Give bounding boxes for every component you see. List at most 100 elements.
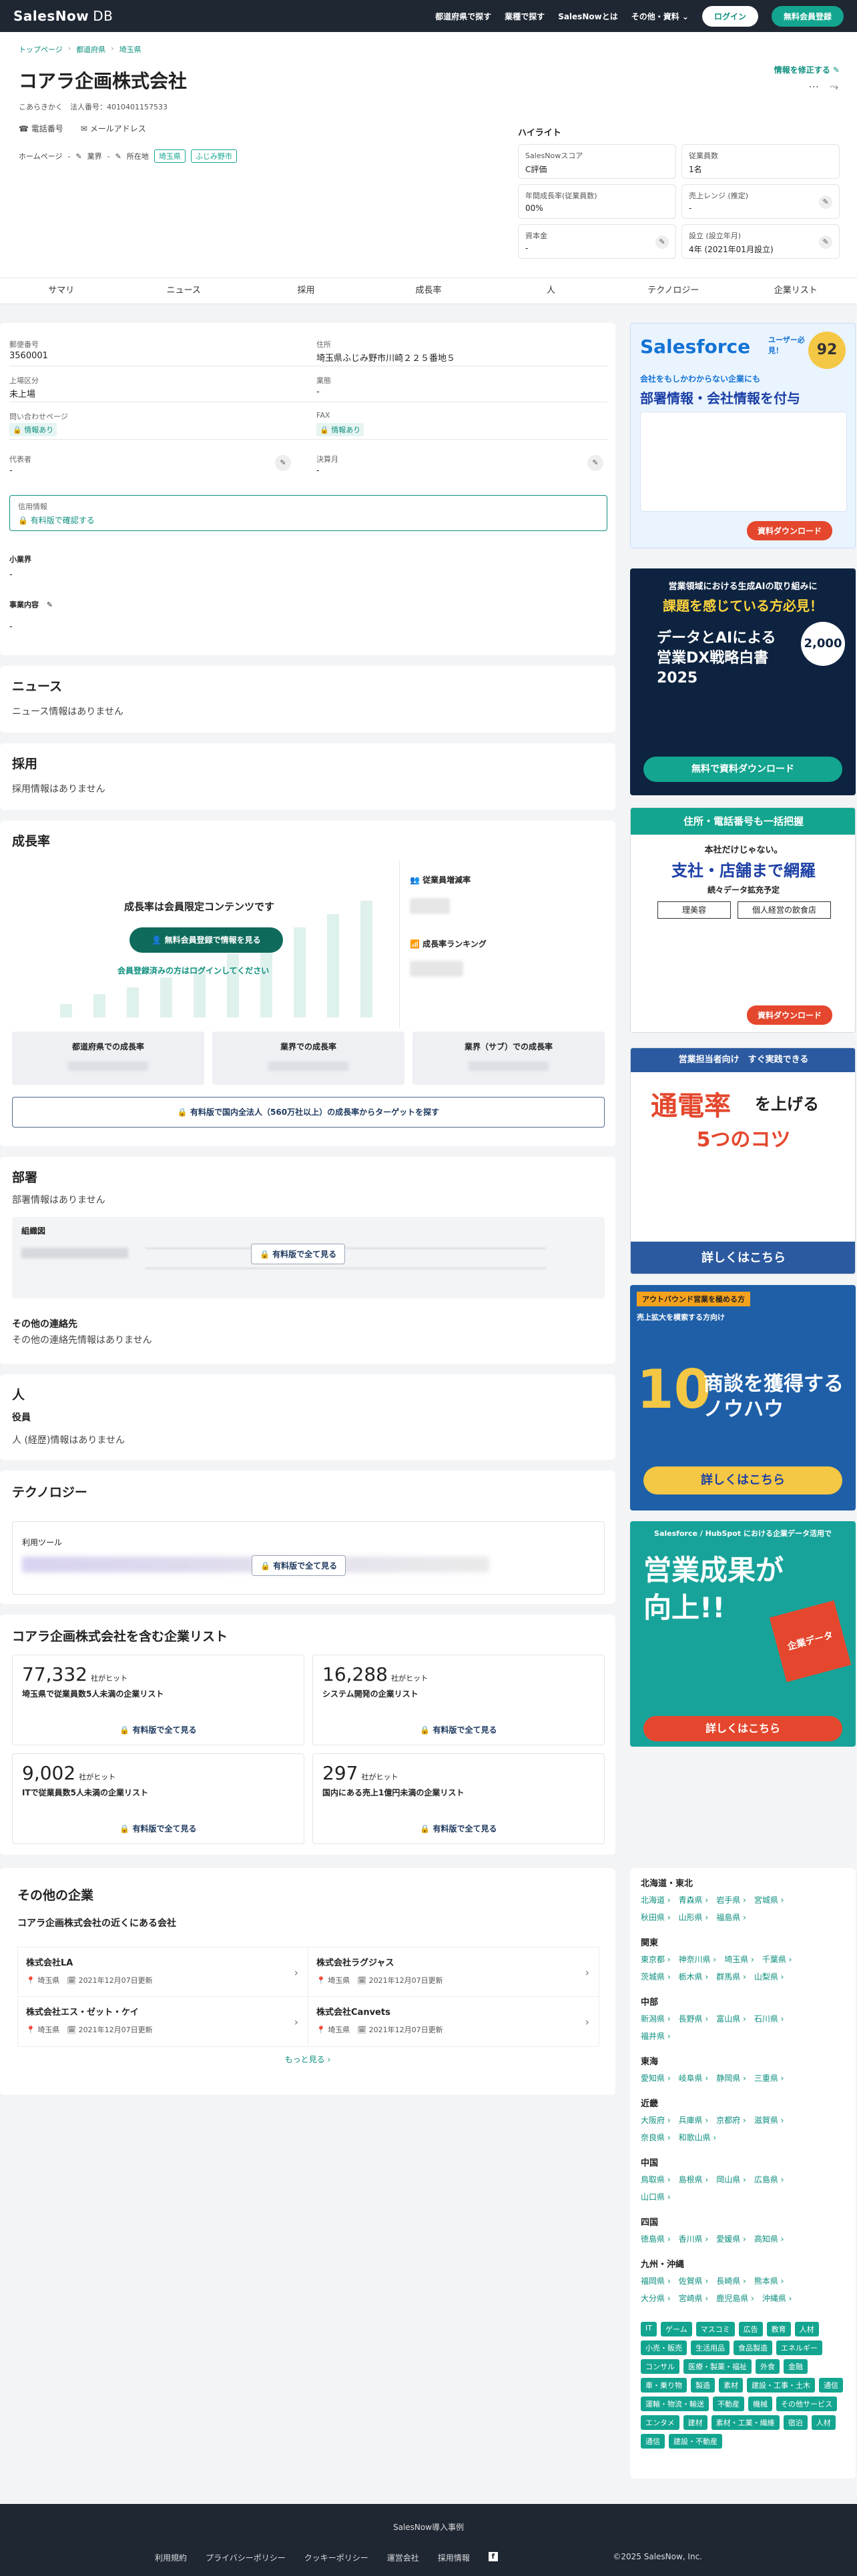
prefecture-links[interactable]: 東京都 › 神奈川県 › 埼玉県 › 千葉県 › <box>641 1951 845 1968</box>
list-item[interactable]: 16,288 社がヒット システム開発の企業リスト 🔒 有料版で全て見る <box>312 1655 605 1745</box>
industry-tag[interactable]: 人材 <box>811 2415 836 2430</box>
paid-org-button[interactable]: 🔒 有料版で全て見る <box>251 1244 346 1264</box>
prefecture-links[interactable]: 茨城県 › 栃木県 › 群馬県 › 山梨県 › <box>641 1968 845 1986</box>
industry-tag[interactable]: 運輸・物流・輸送 <box>641 2397 709 2411</box>
prefecture-links[interactable]: 大阪府 › 兵庫県 › 京都府 › 滋賀県 › <box>641 2112 845 2129</box>
ad-crm[interactable]: Salesforce / HubSpot における企業データ活用で 営業成果が … <box>630 1521 856 1747</box>
industry-tag[interactable]: 人材 <box>794 2322 819 2336</box>
share-icon[interactable]: ⤳ <box>830 80 838 93</box>
industry-tag[interactable]: 建材 <box>683 2415 707 2430</box>
nav-prefecture[interactable]: 都道府県で探す <box>435 11 491 22</box>
tab-recruit[interactable]: 採用 <box>245 278 367 304</box>
tab-technology[interactable]: テクノロジー <box>612 278 734 304</box>
company-item[interactable]: 株式会社ラグジャス 📍 埼玉県 🗓 2021年12月07日更新 › <box>308 1948 599 1997</box>
prefecture-links[interactable]: 福井県 › <box>641 2028 845 2045</box>
footer-link[interactable]: クッキーポリシー <box>304 2552 368 2563</box>
breadcrumb-saitama[interactable]: 埼玉県 <box>119 44 141 55</box>
list-item[interactable]: 297 社がヒット 国内にある売上1億円未満の企業リスト 🔒 有料版で全て見る <box>312 1753 605 1844</box>
tab-news[interactable]: ニュース <box>122 278 244 304</box>
industry-tag[interactable]: 広告 <box>738 2322 763 2336</box>
industry-tag[interactable]: その他サービス <box>776 2397 837 2411</box>
phone-item[interactable]: ☎ 電話番号 <box>19 123 63 134</box>
register-button[interactable]: 無料会員登録 <box>771 5 844 27</box>
tab-growth[interactable]: 成長率 <box>367 278 489 304</box>
login-link[interactable]: 会員登録済みの方はログインしてください <box>117 965 269 976</box>
list-item[interactable]: 9,002 社がヒット ITで従業員数5人未満の企業リスト 🔒 有料版で全て見る <box>12 1753 304 1844</box>
footer-link[interactable]: 運営会社 <box>387 2552 419 2563</box>
breadcrumb-prefecture[interactable]: 都道府県 <box>76 44 105 55</box>
industry-tag[interactable]: 建設・工事・土木 <box>747 2378 815 2393</box>
industry-tag[interactable]: 素材 <box>719 2378 743 2393</box>
industry-tag[interactable]: IT <box>641 2322 657 2336</box>
footer-link[interactable]: プライバシーポリシー <box>206 2552 286 2563</box>
industry-tag[interactable]: 金融 <box>784 2359 808 2374</box>
tab-summary[interactable]: サマリ <box>0 278 122 304</box>
industry-tag[interactable]: 教育 <box>766 2322 791 2336</box>
login-button[interactable]: ログイン <box>701 5 758 27</box>
pencil-icon[interactable]: ✎ <box>819 236 832 249</box>
free-register-button[interactable]: 👤 無料会員登録で情報を見る <box>129 927 283 953</box>
industry-tag[interactable]: 宿泊 <box>783 2415 808 2430</box>
company-item[interactable]: 株式会社LA 📍 埼玉県 🗓 2021年12月07日更新 › <box>18 1948 308 1997</box>
company-item[interactable]: 株式会社Canvets 📍 埼玉県 🗓 2021年12月07日更新 › <box>308 1997 599 2046</box>
prefecture-links[interactable]: 福岡県 › 佐賀県 › 長崎県 › 熊本県 › <box>641 2272 845 2290</box>
industry-tag[interactable]: 通信 <box>641 2434 665 2449</box>
paid-growth-button[interactable]: 🔒 有料版で国内全法人（560万社以上）の成長率からターゲットを探す <box>12 1097 605 1128</box>
pencil-icon[interactable]: ✎ <box>115 152 121 161</box>
credit-box[interactable]: 信用情報 🔒 有料版で確認する <box>9 495 607 531</box>
industry-tag[interactable]: 外食 <box>756 2359 780 2374</box>
pencil-icon[interactable]: ✎ <box>47 600 53 609</box>
footer-link[interactable]: 採用情報 <box>438 2552 470 2563</box>
pencil-icon[interactable]: ✎ <box>275 455 291 471</box>
paid-tech-button[interactable]: 🔒 有料版で全て見る <box>252 1555 346 1576</box>
industry-tag[interactable]: マスコミ <box>695 2322 735 2336</box>
ad-salesforce[interactable]: Salesforce ユーザー必見！ 92 会社をもしかわからない企業にも 部署… <box>630 323 856 548</box>
industry-tag[interactable]: エネルギー <box>776 2340 822 2355</box>
industry-tag[interactable]: 機械 <box>748 2397 772 2411</box>
more-icon[interactable]: ⋯ <box>808 80 819 93</box>
industry-tag[interactable]: 製造 <box>691 2378 715 2393</box>
ad-outbound[interactable]: アウトバウンド営業を極める方 売上拡大を模索する方向け 10 商談を獲得するノウ… <box>630 1285 856 1511</box>
nav-about[interactable]: SalesNowとは <box>558 11 618 22</box>
industry-tag[interactable]: コンサル <box>641 2359 679 2374</box>
prefecture-links[interactable]: 愛知県 › 岐阜県 › 静岡県 › 三重県 › <box>641 2070 845 2087</box>
industry-tag[interactable]: エンタメ <box>641 2415 679 2430</box>
location-chip[interactable]: 埼玉県 <box>154 149 186 163</box>
pencil-icon[interactable]: ✎ <box>819 195 832 209</box>
list-item[interactable]: 77,332 社がヒット 埼玉県で従業員数5人未満の企業リスト 🔒 有料版で全て見る <box>12 1655 304 1745</box>
prefecture-links[interactable]: 山口県 › <box>641 2188 845 2206</box>
edit-info-link[interactable]: 情報を修正する ✎ <box>774 64 840 75</box>
pencil-icon[interactable]: ✎ <box>75 152 81 161</box>
industry-tag[interactable]: 通信 <box>819 2378 843 2393</box>
nav-industry[interactable]: 業種で探す <box>505 11 545 22</box>
pencil-icon[interactable]: ✎ <box>655 236 669 249</box>
prefecture-links[interactable]: 徳島県 › 香川県 › 愛媛県 › 高知県 › <box>641 2230 845 2248</box>
tab-lists[interactable]: 企業リスト <box>735 278 857 304</box>
prefecture-links[interactable]: 大分県 › 宮崎県 › 鹿児島県 › 沖縄県 › <box>641 2290 845 2307</box>
fax-tag[interactable]: 🔒 情報あり <box>316 423 364 436</box>
industry-tag[interactable]: 小売・販売 <box>641 2340 687 2355</box>
company-item[interactable]: 株式会社エス・ゼット・ケイ 📍 埼玉県 🗓 2021年12月07日更新 › <box>18 1997 308 2046</box>
industry-tag[interactable]: ゲーム <box>660 2322 692 2336</box>
facebook-icon[interactable]: f <box>488 2552 498 2561</box>
more-link[interactable]: もっと見る › <box>0 2054 615 2065</box>
footer-link[interactable]: 利用規約 <box>155 2552 187 2563</box>
prefecture-links[interactable]: 鳥取県 › 島根県 › 岡山県 › 広島県 › <box>641 2171 845 2188</box>
prefecture-links[interactable]: 北海道 › 青森県 › 岩手県 › 宮城県 › <box>641 1891 845 1909</box>
prefecture-links[interactable]: 奈良県 › 和歌山県 › <box>641 2129 845 2146</box>
logo[interactable]: SalesNow DB <box>13 8 113 24</box>
industry-tag[interactable]: 生活用品 <box>691 2340 730 2355</box>
industry-tag[interactable]: 医療・製薬・福祉 <box>683 2359 752 2374</box>
mail-item[interactable]: ✉ メールアドレス <box>81 123 146 134</box>
industry-tag[interactable]: 素材・工業・繊維 <box>711 2415 780 2430</box>
ad-call-rate[interactable]: 営業担当者向け すぐ実践できる 通電率 を上げる 5つのコツ 詳しくはこちら <box>630 1047 856 1274</box>
industry-tag[interactable]: 建設・不動産 <box>669 2434 722 2449</box>
ad-genai[interactable]: 営業領域における生成AIの取り組みに 課題を感じている方必見！ データとAIによ… <box>630 568 856 795</box>
nav-other[interactable]: その他・資料 ⌄ <box>631 11 689 22</box>
breadcrumb-top[interactable]: トップページ <box>19 44 63 55</box>
prefecture-links[interactable]: 秋田県 › 山形県 › 福島県 › <box>641 1909 845 1926</box>
footer-case-link[interactable]: SalesNow導入事例 <box>0 2521 857 2533</box>
pencil-icon[interactable]: ✎ <box>587 455 603 471</box>
location-chip[interactable]: ふじみ野市 <box>190 149 237 163</box>
ad-address[interactable]: 住所・電話番号も一括把握 本社だけじゃない。 支社・店舗まで網羅 続々データ拡充… <box>630 807 856 1033</box>
